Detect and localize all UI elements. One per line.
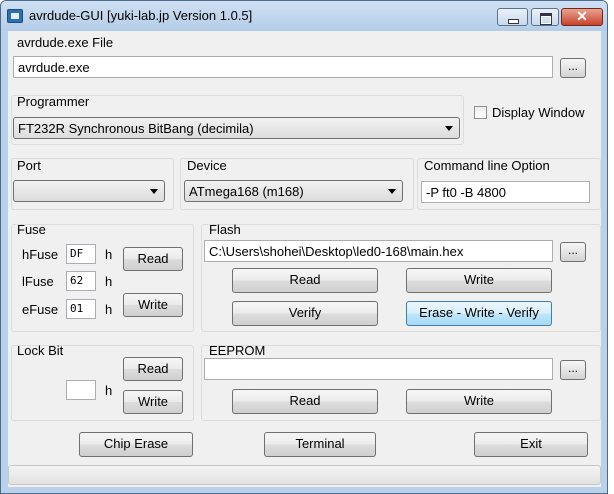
lockbit-unit: h (105, 383, 113, 398)
programmer-selected-value: FT232R Synchronous BitBang (decimila) (18, 121, 254, 136)
lfuse-unit: h (105, 274, 113, 289)
lockbit-input[interactable] (66, 380, 96, 400)
efuse-unit: h (105, 302, 113, 317)
fuse-read-button[interactable]: Read (123, 247, 183, 271)
cmdline-label: Command line Option (424, 158, 550, 173)
lockbit-label: Lock Bit (17, 343, 64, 358)
cmdline-input[interactable]: -P ft0 -B 4800 (421, 181, 590, 203)
chevron-down-icon (388, 189, 396, 194)
exit-button[interactable]: Exit (474, 432, 588, 457)
avrdude-file-label: avrdude.exe File (17, 35, 114, 50)
window-title: avrdude-GUI [yuki-lab.jp Version 1.0.5] (29, 8, 253, 23)
chip-erase-button[interactable]: Chip Erase (79, 432, 193, 457)
lockbit-read-button[interactable]: Read (123, 357, 183, 381)
display-window-label: Display Window (492, 105, 585, 120)
client-area: avrdude.exe File avrdude.exe ... Program… (8, 31, 601, 487)
hfuse-unit: h (105, 247, 113, 262)
flash-label: Flash (209, 222, 241, 237)
flash-write-button[interactable]: Write (406, 268, 552, 293)
eeprom-file-input[interactable] (204, 358, 553, 380)
efuse-input[interactable]: 01 (66, 299, 96, 319)
display-window-checkbox[interactable] (474, 106, 487, 119)
eeprom-label: EEPROM (209, 343, 266, 358)
flash-file-input[interactable]: C:\Users\shohei\Desktop\led0-168\main.he… (204, 240, 553, 262)
device-selected-value: ATmega168 (m168) (189, 184, 304, 199)
avrdude-file-input[interactable]: avrdude.exe (13, 56, 553, 78)
port-select[interactable] (13, 180, 165, 202)
lfuse-label: lFuse (22, 274, 54, 289)
flash-verify-button[interactable]: Verify (232, 301, 378, 326)
maximize-button[interactable] (531, 8, 559, 26)
flash-browse-button[interactable]: ... (560, 242, 586, 262)
close-icon: ✕ (576, 8, 588, 24)
eeprom-browse-button[interactable]: ... (560, 360, 586, 380)
flash-erase-write-verify-button[interactable]: Erase - Write - Verify (406, 301, 552, 326)
programmer-label: Programmer (17, 94, 90, 109)
hfuse-label: hFuse (22, 247, 59, 262)
flash-read-button[interactable]: Read (232, 268, 378, 293)
lfuse-input[interactable]: 62 (66, 271, 96, 291)
eeprom-read-button[interactable]: Read (232, 389, 378, 414)
chevron-down-icon (445, 126, 453, 131)
chevron-down-icon (150, 189, 158, 194)
device-select[interactable]: ATmega168 (m168) (184, 180, 403, 202)
terminal-button[interactable]: Terminal (264, 432, 376, 457)
minimize-button[interactable] (497, 8, 528, 26)
device-label: Device (187, 158, 227, 173)
app-icon (7, 9, 23, 23)
title-bar[interactable]: avrdude-GUI [yuki-lab.jp Version 1.0.5] … (1, 1, 607, 31)
fuse-label: Fuse (17, 222, 46, 237)
programmer-select[interactable]: FT232R Synchronous BitBang (decimila) (13, 117, 460, 139)
status-bar (8, 465, 601, 485)
close-button[interactable]: ✕ (561, 8, 603, 26)
hfuse-input[interactable]: DF (66, 244, 96, 264)
eeprom-write-button[interactable]: Write (406, 389, 552, 414)
port-label: Port (17, 158, 41, 173)
app-window: avrdude-GUI [yuki-lab.jp Version 1.0.5] … (0, 0, 608, 494)
lockbit-write-button[interactable]: Write (123, 390, 183, 414)
fuse-write-button[interactable]: Write (123, 293, 183, 317)
efuse-label: eFuse (22, 302, 59, 317)
avrdude-browse-button[interactable]: ... (560, 58, 586, 78)
